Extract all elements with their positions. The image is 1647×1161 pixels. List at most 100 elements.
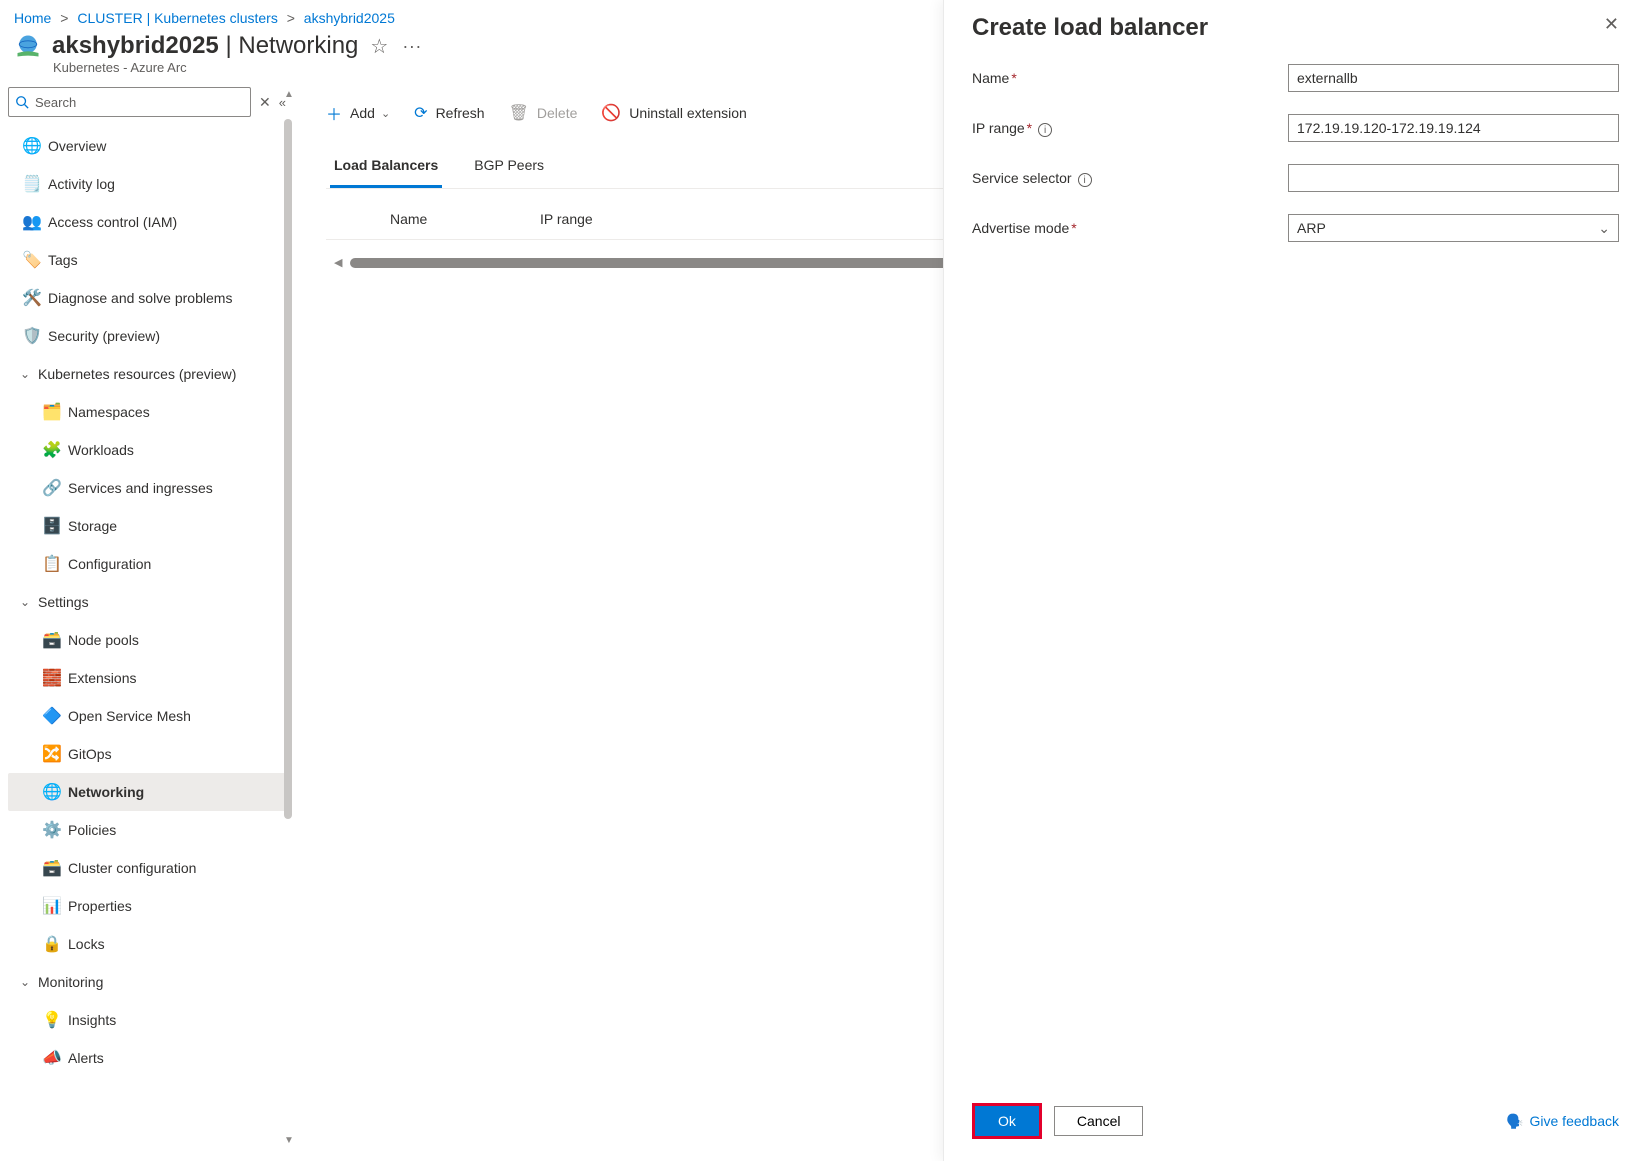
sidebar-item-label: Extensions (68, 670, 136, 686)
sidebar-item-overview[interactable]: 🌐Overview (8, 127, 286, 165)
sidebar-item-label: Activity log (48, 176, 115, 192)
label-iprange: IP range*i (972, 120, 1288, 137)
scroll-down-icon: ▼ (284, 1135, 294, 1146)
shield-icon: 🛡️ (16, 326, 48, 346)
sidebar-item-label: Open Service Mesh (68, 708, 191, 724)
refresh-button[interactable]: ⟳Refresh (414, 103, 484, 123)
sidebar-item-locks[interactable]: 🔒Locks (8, 925, 286, 963)
trash-icon: 🗑 (509, 103, 529, 123)
scroll-left-icon: ◀ (334, 256, 342, 269)
toolbar-label: Uninstall extension (629, 105, 747, 121)
delete-button[interactable]: 🗑 Delete (509, 103, 578, 123)
chevron-down-icon: ⌄ (381, 107, 390, 120)
search-placeholder: Search (35, 95, 76, 110)
alerts-icon: 📣 (36, 1048, 68, 1068)
feedback-label: Give feedback (1530, 1113, 1620, 1129)
selector-input[interactable] (1288, 164, 1619, 192)
sidebar-item-label: GitOps (68, 746, 112, 762)
clear-icon[interactable]: ✕ (259, 94, 271, 111)
sidebar-item-extensions[interactable]: 🧱Extensions (8, 659, 286, 697)
scroll-up-icon: ▲ (284, 89, 294, 100)
cancel-button[interactable]: Cancel (1054, 1106, 1144, 1136)
toolbar-label: Add (350, 105, 375, 121)
toolbar-label: Delete (537, 105, 577, 121)
breadcrumb-current[interactable]: akshybrid2025 (304, 10, 395, 26)
sidebar-item-label: Kubernetes resources (preview) (38, 366, 236, 382)
sidebar-item-diagnose[interactable]: 🛠️Diagnose and solve problems (8, 279, 286, 317)
sidebar-item-tags[interactable]: 🏷️Tags (8, 241, 286, 279)
chevron-down-icon: ⌄ (16, 367, 34, 381)
sidebar-item-namespaces[interactable]: 🗂️Namespaces (8, 393, 286, 431)
sidebar-item-properties[interactable]: 📊Properties (8, 887, 286, 925)
sidebar-item-label: Services and ingresses (68, 480, 213, 496)
add-button[interactable]: ＋Add⌄ (326, 101, 390, 125)
close-icon[interactable]: ✕ (1604, 14, 1619, 35)
sidebar-item-workloads[interactable]: 🧩Workloads (8, 431, 286, 469)
storage-icon: 🗄️ (36, 516, 68, 536)
namespace-icon: 🗂️ (36, 402, 68, 422)
create-load-balancer-panel: Create load balancer ✕ Name* IP range*i … (943, 0, 1647, 1161)
sidebar-item-nodepools[interactable]: 🗃️Node pools (8, 621, 286, 659)
sidebar-group-k8s[interactable]: ⌄ Kubernetes resources (preview) (8, 355, 286, 393)
sidebar-item-label: Properties (68, 898, 132, 914)
sidebar-item-config[interactable]: 📋Configuration (8, 545, 286, 583)
sidebar-item-services[interactable]: 🔗Services and ingresses (8, 469, 286, 507)
info-icon[interactable]: i (1038, 123, 1052, 137)
sidebar-item-networking[interactable]: 🌐Networking (8, 773, 286, 811)
sidebar-item-activity[interactable]: 🗒️Activity log (8, 165, 286, 203)
sidebar-item-osm[interactable]: 🔷Open Service Mesh (8, 697, 286, 735)
sidebar-item-iam[interactable]: 👥Access control (IAM) (8, 203, 286, 241)
tab-bgp-peers[interactable]: BGP Peers (470, 149, 548, 188)
lock-icon: 🔒 (36, 934, 68, 954)
properties-icon: 📊 (36, 896, 68, 916)
sidebar-item-alerts[interactable]: 📣Alerts (8, 1039, 286, 1077)
ok-highlight: Ok (972, 1103, 1042, 1139)
page-title: akshybrid2025 | Networking (52, 32, 358, 60)
more-icon[interactable]: ··· (402, 36, 421, 57)
people-icon: 👥 (16, 212, 48, 232)
sidebar-item-label: Namespaces (68, 404, 150, 420)
sidebar-item-gitops[interactable]: 🔀GitOps (8, 735, 286, 773)
mesh-icon: 🔷 (36, 706, 68, 726)
sidebar-item-policies[interactable]: ⚙️Policies (8, 811, 286, 849)
sidebar-item-label: Overview (48, 138, 106, 154)
breadcrumb-home[interactable]: Home (14, 10, 51, 26)
insights-icon: 💡 (36, 1010, 68, 1030)
tab-load-balancers[interactable]: Load Balancers (330, 149, 442, 188)
pin-icon[interactable]: ☆ (370, 34, 388, 59)
scroll-thumb[interactable] (284, 119, 292, 819)
sidebar-item-label: Node pools (68, 632, 139, 648)
sidebar-item-security[interactable]: 🛡️Security (preview) (8, 317, 286, 355)
label-selector: Service selectori (972, 170, 1288, 187)
breadcrumb-cluster[interactable]: CLUSTER | Kubernetes clusters (77, 10, 278, 26)
sidebar-item-label: Access control (IAM) (48, 214, 177, 230)
sidebar-group-monitoring[interactable]: ⌄ Monitoring (8, 963, 286, 1001)
info-icon[interactable]: i (1078, 173, 1092, 187)
feedback-icon: 🗣️ (1506, 1113, 1523, 1130)
mode-select[interactable]: ARP⌄ (1288, 214, 1619, 242)
ok-button[interactable]: Ok (975, 1106, 1039, 1136)
sidebar: Search ✕ « 🌐Overview 🗒️Activity log 👥Acc… (0, 81, 296, 1154)
sidebar-group-settings[interactable]: ⌄Settings (8, 583, 286, 621)
uninstall-button[interactable]: 🚫Uninstall extension (601, 103, 746, 123)
networking-icon: 🌐 (36, 782, 68, 802)
sidebar-scrollbar[interactable]: ▲ ▼ (284, 89, 294, 1146)
label-mode: Advertise mode* (972, 220, 1288, 236)
chevron-down-icon: ⌄ (16, 975, 34, 989)
label-name: Name* (972, 70, 1288, 86)
section-name: Networking (238, 32, 358, 59)
panel-form: Name* IP range*i Service selectori Adver… (944, 50, 1647, 256)
give-feedback-link[interactable]: 🗣️ Give feedback (1506, 1113, 1619, 1130)
overview-icon: 🌐 (16, 136, 48, 156)
extension-icon: 🧱 (36, 668, 68, 688)
policy-icon: ⚙️ (36, 820, 68, 840)
name-input[interactable] (1288, 64, 1619, 92)
search-input[interactable]: Search (8, 87, 251, 117)
sidebar-item-label: Monitoring (38, 974, 103, 990)
sidebar-item-storage[interactable]: 🗄️Storage (8, 507, 286, 545)
iprange-input[interactable] (1288, 114, 1619, 142)
sidebar-item-insights[interactable]: 💡Insights (8, 1001, 286, 1039)
chevron-down-icon: ⌄ (16, 595, 34, 609)
col-name[interactable]: Name (330, 211, 540, 227)
sidebar-item-clusterconfig[interactable]: 🗃️Cluster configuration (8, 849, 286, 887)
